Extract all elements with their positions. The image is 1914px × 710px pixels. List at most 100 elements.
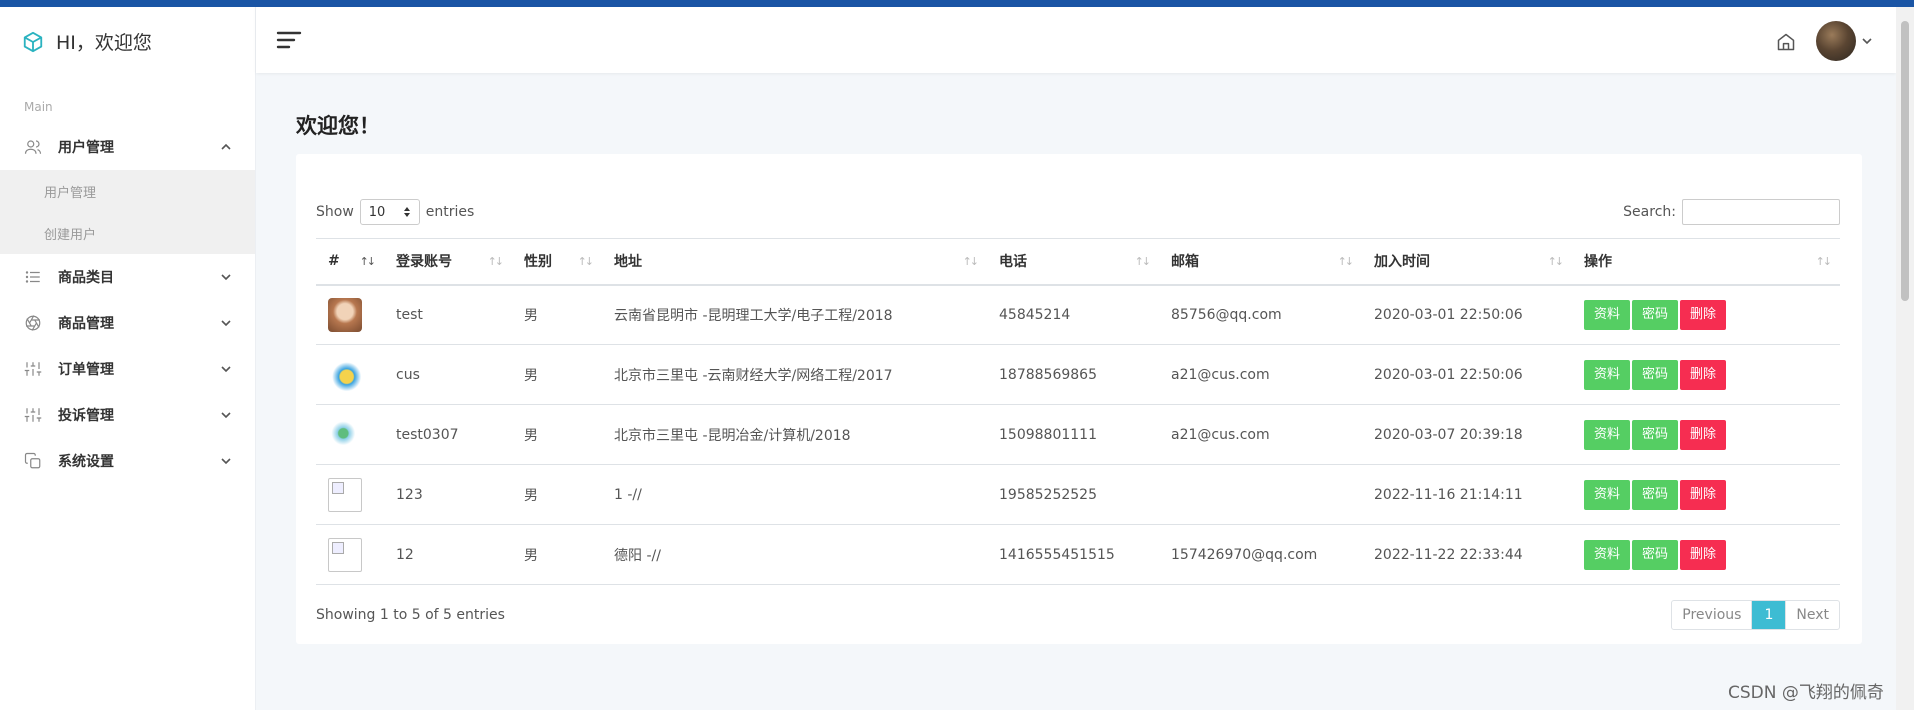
cell-address: 北京市三里屯 -云南财经大学/网络工程/2017 bbox=[602, 344, 987, 405]
sidebar-item-label: 用户管理 bbox=[58, 140, 114, 156]
cell-phone: 15098801111 bbox=[987, 404, 1159, 465]
sidebar-item-user-management[interactable]: 用户管理 bbox=[0, 124, 255, 170]
cell-gender: 男 bbox=[512, 344, 602, 405]
cell-account: 123 bbox=[384, 464, 512, 525]
table-row: 12 男 德阳 -// 1416555451515 157426970@qq.c… bbox=[316, 524, 1840, 585]
column-header-address[interactable]: 地址 ↑↓ bbox=[602, 238, 987, 286]
brand-text: HI，欢迎您 bbox=[56, 32, 152, 54]
cell-email bbox=[1159, 464, 1362, 525]
sidebar-item-products[interactable]: 商品管理 bbox=[0, 300, 255, 346]
table-controls: Show 10 entries Search: bbox=[316, 198, 1840, 226]
brand[interactable]: HI，欢迎您 bbox=[0, 7, 255, 76]
scrollbar-thumb[interactable] bbox=[1901, 21, 1909, 301]
user-avatar-image bbox=[328, 357, 362, 392]
page-scrollbar[interactable] bbox=[1896, 7, 1914, 710]
cell-gender: 男 bbox=[512, 284, 602, 345]
sort-icon: ↑↓ bbox=[1134, 255, 1152, 268]
cell-account: test bbox=[384, 284, 512, 345]
delete-button[interactable]: 删除 bbox=[1680, 539, 1727, 570]
page-button-current[interactable]: 1 bbox=[1752, 601, 1787, 629]
cell-email: 85756@qq.com bbox=[1159, 284, 1362, 345]
cell-gender: 男 bbox=[512, 464, 602, 525]
password-button[interactable]: 密码 bbox=[1632, 539, 1679, 570]
top-accent-bar bbox=[0, 0, 1914, 7]
users-table-card: Show 10 entries Search: # ↑↓ 登录账号 ↑↓ 性别 ↑↓ … bbox=[296, 154, 1862, 644]
previous-button[interactable]: Previous bbox=[1672, 601, 1753, 629]
submenu-item-create-user[interactable]: 创建用户 bbox=[0, 212, 255, 254]
chevron-down-icon[interactable] bbox=[1862, 37, 1872, 45]
copy-icon bbox=[22, 450, 44, 472]
search-input[interactable] bbox=[1682, 199, 1840, 225]
cell-actions: 资料 密码 删除 bbox=[1572, 524, 1840, 585]
profile-button[interactable]: 资料 bbox=[1584, 359, 1631, 390]
cell-gender: 男 bbox=[512, 404, 602, 465]
password-button[interactable]: 密码 bbox=[1632, 479, 1679, 510]
broken-image-icon bbox=[328, 477, 362, 512]
cell-address: 云南省昆明市 -昆明理工大学/电子工程/2018 bbox=[602, 284, 987, 345]
profile-button[interactable]: 资料 bbox=[1584, 539, 1631, 570]
column-header-index[interactable]: # ↑↓ bbox=[316, 238, 384, 286]
user-avatar-image bbox=[328, 297, 362, 332]
cell-gender: 男 bbox=[512, 524, 602, 585]
chevron-down-icon bbox=[221, 458, 231, 465]
sidebar: HI，欢迎您 Main 用户管理 用户管理 创建用户 商品类目 商品管理 订单管… bbox=[0, 7, 256, 710]
chevron-down-icon bbox=[221, 366, 231, 373]
column-header-actions[interactable]: 操作 ↑↓ bbox=[1572, 238, 1840, 286]
password-button[interactable]: 密码 bbox=[1632, 359, 1679, 390]
sort-icon: ↑↓ bbox=[359, 255, 377, 268]
table-info: Showing 1 to 5 of 5 entries bbox=[316, 607, 505, 623]
table-row: cus 男 北京市三里屯 -云南财经大学/网络工程/2017 187885698… bbox=[316, 344, 1840, 405]
table-footer: Showing 1 to 5 of 5 entries Previous 1 N… bbox=[316, 600, 1840, 630]
column-header-account[interactable]: 登录账号 ↑↓ bbox=[384, 238, 512, 286]
cell-phone: 45845214 bbox=[987, 284, 1159, 345]
cube-icon bbox=[23, 31, 43, 52]
cell-address: 北京市三里屯 -昆明冶金/计算机/2018 bbox=[602, 404, 987, 465]
table-row: 123 男 1 -// 19585252525 2022-11-16 21:14… bbox=[316, 464, 1840, 525]
table-header-row: # ↑↓ 登录账号 ↑↓ 性别 ↑↓ 地址 ↑↓ 电话 ↑↓ 邮箱 ↑↓ 加入时间 ↑↓ 操作… bbox=[316, 238, 1840, 286]
list-icon bbox=[22, 266, 44, 288]
cell-account: 12 bbox=[384, 524, 512, 585]
profile-button[interactable]: 资料 bbox=[1584, 479, 1631, 510]
delete-button[interactable]: 删除 bbox=[1680, 479, 1727, 510]
submenu-item-user-management[interactable]: 用户管理 bbox=[0, 170, 255, 212]
next-button[interactable]: Next bbox=[1786, 601, 1839, 629]
chevron-down-icon bbox=[221, 412, 231, 419]
sort-icon: ↑↓ bbox=[577, 255, 595, 268]
search-label: Search: bbox=[1623, 204, 1676, 220]
profile-button[interactable]: 资料 bbox=[1584, 299, 1631, 330]
sidebar-item-settings[interactable]: 系统设置 bbox=[0, 438, 255, 484]
cell-actions: 资料 密码 删除 bbox=[1572, 284, 1840, 345]
avatar[interactable] bbox=[1816, 21, 1856, 61]
delete-button[interactable]: 删除 bbox=[1680, 359, 1727, 390]
sidebar-item-categories[interactable]: 商品类目 bbox=[0, 254, 255, 300]
cell-address: 1 -// bbox=[602, 464, 987, 525]
cell-email: a21@cus.com bbox=[1159, 404, 1362, 465]
top-header bbox=[256, 7, 1896, 73]
profile-button[interactable]: 资料 bbox=[1584, 419, 1631, 450]
column-header-phone[interactable]: 电话 ↑↓ bbox=[987, 238, 1159, 286]
sidebar-item-label: 系统设置 bbox=[58, 454, 114, 470]
cell-joined: 2022-11-22 22:33:44 bbox=[1362, 524, 1572, 585]
hamburger-icon[interactable] bbox=[276, 29, 302, 51]
search-box: Search: bbox=[1623, 199, 1840, 225]
sliders-icon bbox=[22, 404, 44, 426]
cell-account: test0307 bbox=[384, 404, 512, 465]
password-button[interactable]: 密码 bbox=[1632, 299, 1679, 330]
entries-label: entries bbox=[425, 204, 475, 220]
chevron-down-icon bbox=[221, 274, 231, 281]
cell-actions: 资料 密码 删除 bbox=[1572, 464, 1840, 525]
sidebar-item-complaints[interactable]: 投诉管理 bbox=[0, 392, 255, 438]
home-icon[interactable] bbox=[1776, 32, 1796, 52]
column-header-email[interactable]: 邮箱 ↑↓ bbox=[1159, 238, 1362, 286]
delete-button[interactable]: 删除 bbox=[1680, 419, 1727, 450]
sliders-icon bbox=[22, 358, 44, 380]
users-table: # ↑↓ 登录账号 ↑↓ 性别 ↑↓ 地址 ↑↓ 电话 ↑↓ 邮箱 ↑↓ 加入时间 ↑↓ 操作… bbox=[316, 238, 1840, 585]
sort-icon: ↑↓ bbox=[487, 255, 505, 268]
password-button[interactable]: 密码 bbox=[1632, 419, 1679, 450]
sort-arrows-icon bbox=[403, 207, 410, 217]
sidebar-item-orders[interactable]: 订单管理 bbox=[0, 346, 255, 392]
delete-button[interactable]: 删除 bbox=[1680, 299, 1727, 330]
column-header-joined[interactable]: 加入时间 ↑↓ bbox=[1362, 238, 1572, 286]
entries-select[interactable]: 10 bbox=[359, 199, 420, 225]
column-header-gender[interactable]: 性别 ↑↓ bbox=[512, 238, 602, 286]
